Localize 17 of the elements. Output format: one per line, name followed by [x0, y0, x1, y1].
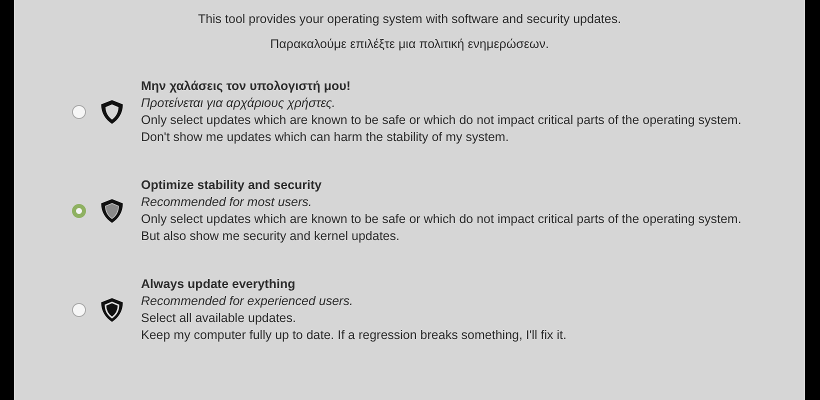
option-subtitle: Προτείνεται για αρχάριους χρήστες. — [141, 94, 336, 112]
option-description: Don't show me updates which can harm the stability of my system. — [141, 128, 510, 146]
option-description: Only select updates which are known to be safe or which do not impact critical parts of the operating system. — [141, 210, 742, 228]
option-subtitle: Recommended for most users. — [141, 194, 313, 210]
option-description: Keep my computer fully up to date. If a regression breaks something, I'll fix it. — [141, 326, 567, 344]
option-title: Optimize stability and security — [141, 176, 323, 194]
option-description: Only select updates which are known to be safe or which do not impact critical parts of the operating system. — [141, 112, 742, 128]
intro-text: This tool provides your operating system with software and security updates. — [198, 11, 622, 28]
radio-button[interactable] — [72, 204, 86, 218]
intro-text: Παρακαλούμε επιλέξτε μια πολιτική ενημερώσεων. — [270, 36, 549, 53]
option-description: But also show me security and kernel updates. — [141, 228, 400, 244]
option-description: Select all available updates. — [141, 310, 297, 326]
option-title: Μην χαλάσεις τον υπολογιστή μου! — [141, 78, 352, 94]
option-title: Always update everything — [141, 276, 296, 292]
radio-button[interactable] — [72, 104, 86, 118]
option-subtitle: Recommended for experienced users. — [141, 292, 354, 310]
radio-button[interactable] — [72, 302, 86, 316]
